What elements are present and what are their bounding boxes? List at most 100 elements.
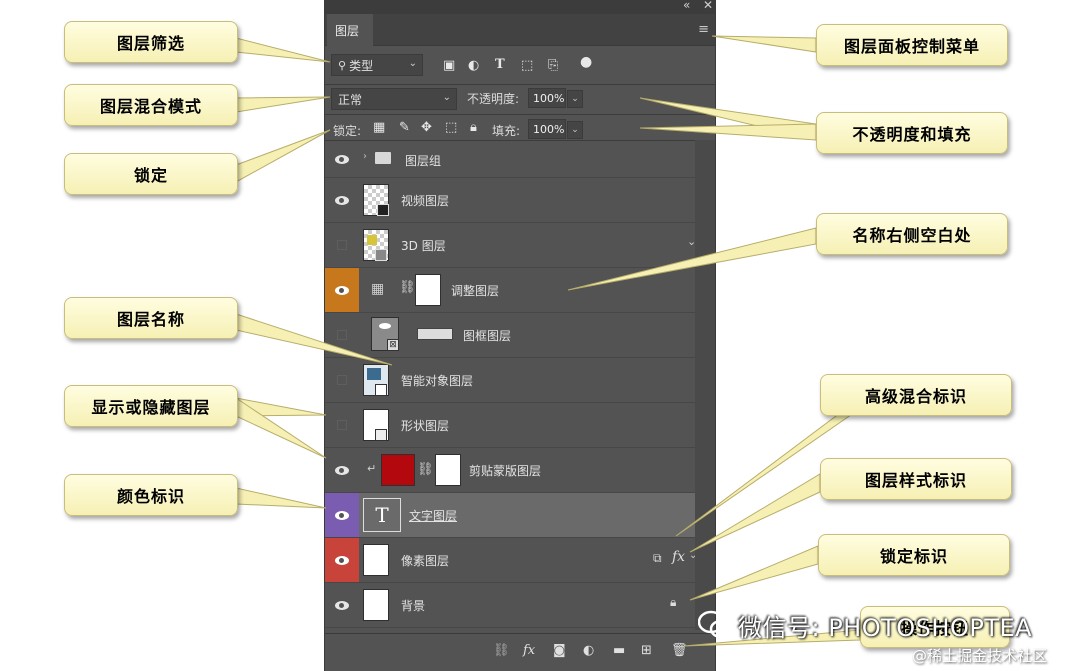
eye-icon: [335, 195, 349, 205]
visibility-toggle[interactable]: [325, 178, 359, 222]
layer-row-background[interactable]: 背景 🔒︎: [325, 583, 697, 628]
visibility-toggle[interactable]: [325, 223, 359, 267]
smart-object-filter-icon[interactable]: ⎘: [548, 58, 558, 73]
chevron-down-icon[interactable]: ⌄: [567, 90, 583, 108]
layer-name[interactable]: 图层组: [405, 152, 441, 169]
visibility-toggle[interactable]: [325, 403, 359, 447]
layer-thumbnail: [363, 544, 389, 576]
callout-show-hide: 显示或隐藏图层: [64, 385, 238, 427]
visibility-toggle[interactable]: [325, 448, 359, 492]
close-icon[interactable]: ✕: [703, 0, 713, 12]
callout-layer-name: 图层名称: [64, 297, 238, 339]
layer-name[interactable]: 文字图层: [409, 507, 457, 524]
layer-row-group[interactable]: › 图层组: [325, 140, 697, 178]
opacity-value: 100%: [533, 91, 565, 105]
eye-icon: [335, 154, 349, 164]
layer-row-3d[interactable]: 3D 图层 ⌄: [325, 223, 697, 268]
new-layer-icon[interactable]: ⊞: [641, 643, 652, 658]
visibility-toggle[interactable]: [325, 313, 359, 357]
layer-row-frame[interactable]: ⊠ 图框图层: [325, 313, 697, 358]
lock-artboard-icon[interactable]: ⬚: [445, 120, 457, 135]
panel-menu-icon[interactable]: ≡: [698, 22, 709, 37]
layer-row-video[interactable]: 视频图层: [325, 178, 697, 223]
search-icon: ⚲: [338, 58, 347, 72]
watermark-sub: @稀土掘金技术社区: [912, 647, 1048, 665]
collapse-icon[interactable]: «: [683, 0, 690, 12]
visibility-toggle[interactable]: [325, 538, 359, 582]
hidden-eye-box: [337, 240, 347, 250]
fx-icon[interactable]: fx: [523, 643, 535, 658]
layer-name[interactable]: 调整图层: [451, 282, 499, 299]
folder-icon[interactable]: ▬: [613, 643, 625, 658]
image-filter-icon[interactable]: ▣: [443, 58, 455, 73]
visibility-toggle[interactable]: [325, 358, 359, 402]
frame-content-thumbnail: [417, 328, 453, 340]
folder-icon: [375, 152, 391, 164]
type-filter-icon[interactable]: T: [495, 57, 505, 72]
scrollbar[interactable]: [695, 140, 715, 630]
layer-row-adjustment[interactable]: ▦ ⛓ 调整图层: [325, 268, 697, 313]
opacity-label: 不透明度:: [467, 92, 520, 106]
fx-style-icon[interactable]: fx: [672, 549, 685, 565]
fill-value: 100%: [533, 122, 565, 136]
chevron-down-icon[interactable]: ⌄: [567, 121, 583, 139]
adjustment-icon[interactable]: ◐: [583, 643, 594, 658]
layer-row-shape[interactable]: 形状图层: [325, 403, 697, 448]
layer-name[interactable]: 剪贴蒙版图层: [469, 462, 541, 479]
visibility-toggle[interactable]: [325, 140, 359, 178]
lock-transparent-icon[interactable]: ▦: [373, 120, 385, 135]
layer-row-pixel[interactable]: 像素图层 ⧉ fx ⌄: [325, 538, 697, 583]
lock-all-icon[interactable]: 🔒︎: [470, 120, 477, 135]
layer-name[interactable]: 像素图层: [401, 552, 449, 569]
3d-object-icon: [367, 235, 377, 245]
lock-icon[interactable]: 🔒︎: [670, 595, 676, 610]
layer-thumbnail: [363, 589, 389, 621]
lock-position-icon[interactable]: ✥: [421, 120, 432, 135]
eye-icon: [335, 465, 349, 475]
shape-filter-icon[interactable]: ⬚: [521, 58, 533, 73]
panel-topbar: « ✕: [325, 0, 715, 14]
layer-name[interactable]: 视频图层: [401, 192, 449, 209]
hidden-eye-box: [337, 375, 347, 385]
filter-kind-dropdown[interactable]: ⚲ 类型 ⌄: [331, 54, 423, 76]
layer-row-smart-object[interactable]: 智能对象图层: [325, 358, 697, 403]
blend-mode-dropdown[interactable]: 正常 ⌄: [331, 88, 457, 110]
video-badge-icon: [377, 204, 389, 216]
lock-label: 锁定:: [333, 124, 362, 138]
clip-arrow-icon: ↵: [367, 462, 377, 475]
smart-object-badge-icon: [375, 384, 387, 396]
layer-name[interactable]: 形状图层: [401, 417, 449, 434]
adjustment-filter-icon[interactable]: ◐: [468, 58, 479, 73]
chevron-right-icon[interactable]: ›: [363, 151, 367, 162]
layer-name[interactable]: 图框图层: [463, 327, 511, 344]
link-icon[interactable]: ⛓: [417, 462, 434, 477]
lock-image-icon[interactable]: ✎: [399, 120, 410, 135]
layer-thumbnail: [381, 454, 415, 486]
type-thumbnail: T: [363, 498, 401, 532]
visibility-toggle[interactable]: [325, 493, 359, 537]
link-icon[interactable]: ⛓: [399, 280, 416, 295]
advanced-blend-icon[interactable]: ⧉: [653, 551, 662, 566]
callout-layer-style: 图层样式标识: [820, 458, 1012, 500]
callout-lock: 锁定: [64, 153, 238, 195]
visibility-toggle[interactable]: [325, 268, 359, 312]
callout-lock-tag: 锁定标识: [818, 534, 1010, 576]
fill-input[interactable]: 100% ⌄: [528, 119, 583, 139]
layer-name[interactable]: 智能对象图层: [401, 372, 473, 389]
link-icon[interactable]: ⛓: [493, 643, 510, 658]
panel-footer: ⛓ fx ◙ ◐ ▬ ⊞ 🗑︎: [325, 633, 715, 671]
callout-name-right-blank: 名称右侧空白处: [816, 213, 1008, 255]
hidden-eye-box: [337, 420, 347, 430]
layer-row-type[interactable]: T 文字图层: [325, 493, 697, 538]
mask-icon[interactable]: ◙: [553, 643, 566, 658]
layer-row-clipping-mask[interactable]: ↵ ⛓ 剪贴蒙版图层: [325, 448, 697, 493]
layer-name[interactable]: 3D 图层: [401, 237, 446, 254]
filter-toggle-icon[interactable]: ●: [580, 54, 592, 70]
hidden-eye-box: [337, 330, 347, 340]
layer-name[interactable]: 背景: [401, 597, 425, 614]
trash-icon[interactable]: 🗑︎: [671, 643, 688, 658]
tab-layers[interactable]: 图层: [327, 14, 373, 46]
3d-cube-icon: [375, 249, 387, 261]
opacity-input[interactable]: 100% ⌄: [528, 88, 583, 108]
visibility-toggle[interactable]: [325, 583, 359, 627]
